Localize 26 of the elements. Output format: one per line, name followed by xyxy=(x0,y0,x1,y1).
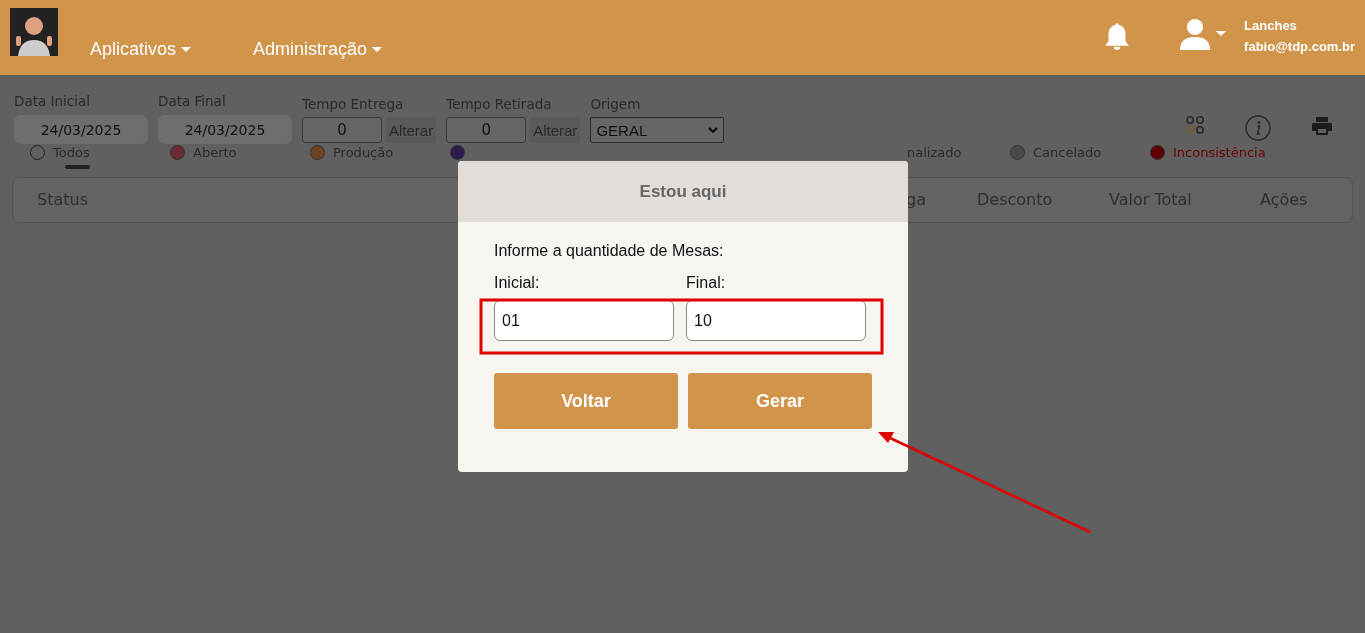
printer-icon[interactable] xyxy=(1311,115,1333,137)
number-field[interactable]: 01 xyxy=(494,300,674,341)
caret-icon xyxy=(181,47,192,52)
field-label: Final: xyxy=(686,274,727,292)
time-field[interactable]: 0 xyxy=(446,117,527,143)
user-name: Lanches xyxy=(1244,17,1298,33)
date-field[interactable]: 24/03/2025 xyxy=(14,115,148,144)
nav-menu[interactable]: Administração xyxy=(253,39,383,60)
chevron-icon xyxy=(708,127,719,133)
bell-icon[interactable] xyxy=(1104,20,1131,51)
dialog-prompt: Informe a quantidade de Mesas: xyxy=(494,242,725,260)
date-field[interactable]: 24/03/2025 xyxy=(158,115,292,144)
user-icon[interactable] xyxy=(1180,17,1227,50)
dialog-button[interactable]: Gerar xyxy=(688,373,872,429)
status-filter[interactable]: Inconsistência xyxy=(1150,145,1266,170)
info-icon[interactable] xyxy=(1245,115,1271,141)
origin-select[interactable]: GERAL xyxy=(590,117,725,143)
dialog-button[interactable]: Voltar xyxy=(494,373,678,429)
user-email: fabio@tdp.com.br xyxy=(1244,38,1355,54)
dialog-title: Estou aqui xyxy=(458,161,908,222)
grid-icon[interactable] xyxy=(1185,115,1205,135)
field-label: Inicial: xyxy=(494,274,541,292)
nav-menu[interactable]: Aplicativos xyxy=(90,39,192,60)
number-field[interactable]: 10 xyxy=(686,300,866,341)
caret-icon xyxy=(372,47,383,52)
time-field[interactable]: 0 xyxy=(302,117,382,143)
